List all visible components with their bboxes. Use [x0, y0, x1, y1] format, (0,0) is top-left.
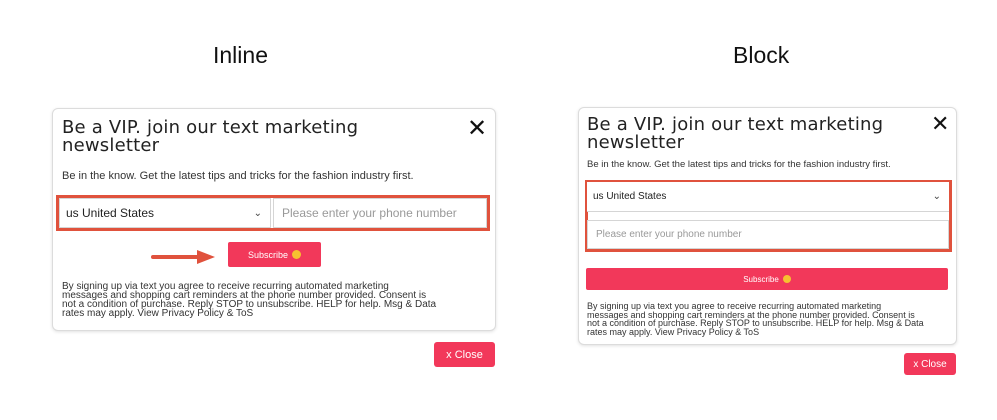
label-inline: Inline: [213, 42, 268, 68]
smiley-icon: [292, 250, 302, 259]
chevron-down-icon: ⌄: [253, 207, 262, 219]
legal-text: By signing up via text you agree to rece…: [62, 281, 437, 319]
chevron-down-icon: ⌄: [932, 191, 941, 202]
inline-popup: Be a VIP. join our text marketing newsle…: [52, 108, 496, 331]
block-popup: Be a VIP. join our text marketing newsle…: [578, 107, 957, 345]
popup-title: Be a VIP. join our text marketing newsle…: [62, 117, 359, 156]
close-button-block[interactable]: x Close: [904, 353, 956, 375]
popup-description: Be in the know. Get the latest tips and …: [62, 170, 414, 182]
close-button-inline[interactable]: x Close: [434, 342, 495, 367]
subscribe-button[interactable]: Subscribe: [228, 242, 321, 267]
smiley-icon: [782, 275, 791, 283]
phone-input[interactable]: Please enter your phone number: [587, 220, 949, 249]
popup-description: Be in the know. Get the latest tips and …: [587, 159, 891, 170]
close-icon[interactable]: ✕: [931, 113, 949, 137]
legal-text: By signing up via text you agree to rece…: [587, 301, 924, 337]
subscribe-button[interactable]: Subscribe: [586, 268, 948, 290]
popup-title: Be a VIP. join our text marketing newsle…: [587, 114, 884, 153]
country-select[interactable]: us United States ⌄: [587, 182, 949, 212]
phone-input[interactable]: Please enter your phone number: [273, 198, 487, 228]
arrow-right-icon: [151, 250, 215, 264]
country-select[interactable]: us United States ⌄: [59, 198, 271, 228]
label-block: Block: [733, 42, 790, 68]
close-icon[interactable]: ✕: [467, 116, 487, 140]
